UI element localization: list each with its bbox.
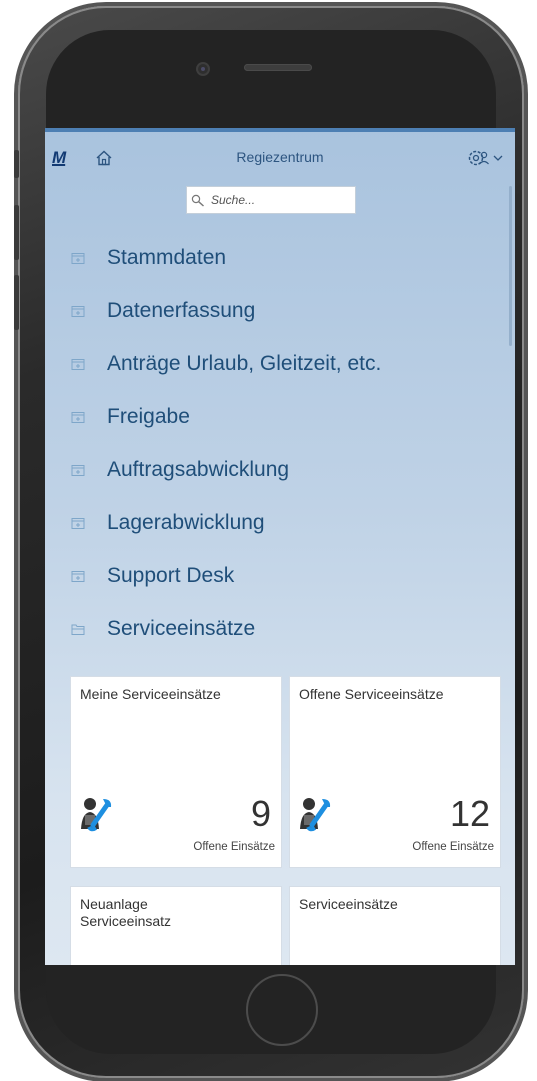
earpiece-speaker [244,64,312,71]
tile-neuanlage-serviceeinsatz[interactable]: Neuanlage Serviceeinsatz [70,886,282,965]
service-technician-icon [81,798,112,832]
folder-closed-icon [71,253,85,264]
search-icon [191,194,204,207]
folder-closed-icon [71,359,85,370]
menu-label: Auftragsabwicklung [107,458,290,481]
search-input[interactable] [211,187,351,213]
menu-item-lagerabwicklung[interactable]: Lagerabwicklung [45,503,505,543]
menu-item-stammdaten[interactable]: Stammdaten [45,238,505,278]
app-title: Regiezentrum [236,149,324,165]
menu-label: Serviceeinsätze [107,617,256,640]
menu-label: Lagerabwicklung [107,511,265,534]
service-technician-icon [300,798,331,832]
tile-subtitle: Offene Einsätze [412,841,494,853]
tile-meine-serviceeinsaetze[interactable]: Meine Serviceeinsätze 9 Offene Einsätze [70,676,282,868]
menu-label: Anträge Urlaub, Gleitzeit, etc. [107,352,382,375]
search-box[interactable] [186,186,356,214]
tile-title: Serviceeinsätze [299,896,398,912]
menu-item-datenerfassung[interactable]: Datenerfassung [45,291,505,331]
app-screen: M Regiezentrum Stammdaten Datenerfassung [45,128,515,965]
menu-label: Stammdaten [107,246,227,269]
folder-open-icon [71,624,85,635]
folder-closed-icon [71,306,85,317]
tile-title: Neuanlage Serviceeinsatz [80,896,172,929]
menu-item-freigabe[interactable]: Freigabe [45,397,505,437]
phone-home-button[interactable] [246,974,318,1046]
tile-subtitle: Offene Einsätze [193,841,275,853]
accent-bar [45,128,515,132]
tile-title: Offene Serviceeinsätze [299,686,444,702]
menu-item-auftragsabwicklung[interactable]: Auftragsabwicklung [45,450,505,490]
tile-title: Meine Serviceeinsätze [80,686,221,702]
tile-offene-serviceeinsaetze[interactable]: Offene Serviceeinsätze 12 Offene Einsätz… [289,676,501,868]
phone-volume-up [14,205,19,260]
menu-item-support-desk[interactable]: Support Desk [45,556,505,596]
folder-closed-icon [71,465,85,476]
tile-serviceeinsaetze[interactable]: Serviceeinsätze [289,886,501,965]
folder-closed-icon [71,518,85,529]
front-camera [198,64,208,74]
menu-label: Support Desk [107,564,235,587]
user-settings-icon[interactable] [465,148,509,168]
menu-label: Datenerfassung [107,299,256,322]
folder-closed-icon [71,412,85,423]
phone-volume-down [14,275,19,330]
tile-count: 9 [250,793,271,834]
folder-closed-icon [71,571,85,582]
scrollbar[interactable] [509,186,512,346]
phone-mute-switch [14,150,19,178]
tile-count: 12 [449,793,490,834]
menu-label: Freigabe [107,405,190,428]
menu-item-antraege[interactable]: Anträge Urlaub, Gleitzeit, etc. [45,344,505,384]
menu-item-serviceeinsaetze[interactable]: Serviceeinsätze [45,609,505,649]
